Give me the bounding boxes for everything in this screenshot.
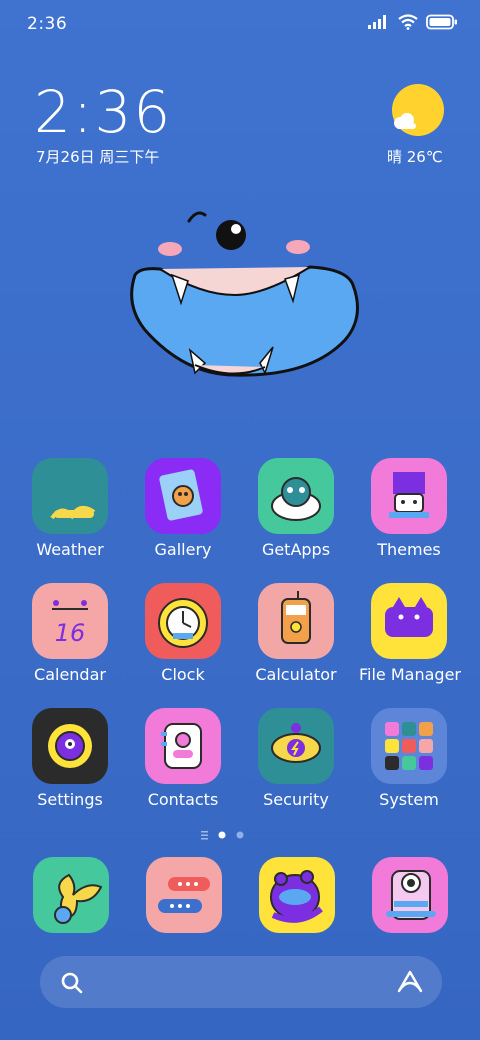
messages-app-icon [146, 857, 222, 933]
app-calendar[interactable]: 16 Calendar [20, 583, 120, 684]
calendar-icon-number: 16 [55, 619, 86, 647]
dock-app-camera[interactable] [372, 857, 448, 933]
assistant-icon[interactable] [396, 969, 424, 995]
app-contacts[interactable]: Contacts [133, 708, 233, 809]
status-bar: 2:36 [0, 0, 480, 48]
app-label: Contacts [147, 790, 219, 809]
app-gallery[interactable]: Gallery [133, 458, 233, 559]
app-label: Calculator [255, 665, 337, 684]
app-file-manager[interactable]: File Manager [359, 583, 461, 684]
page-dot [236, 831, 244, 839]
app-system[interactable]: System [359, 708, 459, 809]
battery-icon [426, 14, 457, 30]
clock-app-icon [145, 583, 221, 659]
getapps-app-icon [258, 458, 334, 534]
page-dot-active [218, 831, 226, 839]
app-label: Calendar [34, 665, 106, 684]
app-settings[interactable]: Settings [20, 708, 120, 809]
search-icon [61, 972, 83, 994]
app-label: GetApps [261, 540, 331, 559]
dock-app-phone[interactable] [33, 857, 109, 933]
app-label: Security [263, 790, 329, 809]
themes-app-icon [371, 458, 447, 534]
app-calculator[interactable]: Calculator [246, 583, 346, 684]
settings-app-icon [32, 708, 108, 784]
file-manager-app-icon [371, 583, 447, 659]
app-label: Settings [37, 790, 103, 809]
security-app-icon [258, 708, 334, 784]
clock-widget-time[interactable]: 2:36 [34, 78, 172, 146]
weather-app-icon [32, 458, 108, 534]
app-security[interactable]: Security [246, 708, 346, 809]
app-label: Themes [377, 540, 441, 559]
monster-wallpaper-illustration [130, 211, 359, 377]
dock-app-messages[interactable] [146, 857, 222, 933]
cloud-icon [394, 113, 416, 129]
app-label: Gallery [154, 540, 212, 559]
search-bar[interactable] [40, 956, 442, 1008]
app-clock[interactable]: Clock [133, 583, 233, 684]
camera-app-icon [372, 857, 448, 933]
gallery-app-icon [145, 458, 221, 534]
app-themes[interactable]: Themes [359, 458, 459, 559]
status-time: 2:36 [27, 14, 68, 34]
calculator-app-icon [258, 583, 334, 659]
app-label: Clock [161, 665, 205, 684]
app-label: File Manager [359, 665, 461, 684]
signal-icon [368, 15, 386, 29]
app-weather[interactable]: Weather [20, 458, 120, 559]
app-label: System [379, 790, 439, 809]
calendar-app-icon: 16 [32, 583, 108, 659]
phone-app-icon [33, 857, 109, 933]
contacts-app-icon [145, 708, 221, 784]
status-icons [368, 14, 458, 30]
app-label: Weather [36, 540, 104, 559]
app-getapps[interactable]: GetApps [246, 458, 346, 559]
clock-widget-date: 7月26日 周三下午 [36, 148, 160, 166]
menu-lines-icon [201, 831, 208, 840]
browser-app-icon [259, 857, 335, 933]
system-folder-icon [371, 708, 447, 784]
page-indicator[interactable] [200, 828, 280, 842]
weather-text: 晴 26℃ [387, 148, 443, 166]
wifi-icon [398, 14, 418, 30]
dock-app-browser[interactable] [259, 857, 335, 933]
